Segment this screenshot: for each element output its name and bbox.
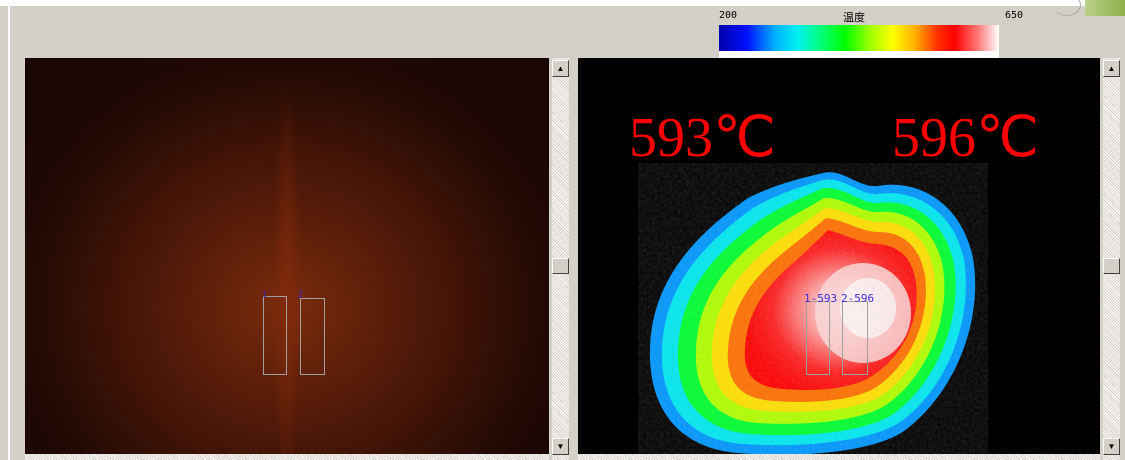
roi-box-2-thermal[interactable] [842,301,868,375]
roi-box-1[interactable] [263,296,287,375]
temperature-color-scale: 200 温度 650 [719,8,1023,58]
roi-temp-label-1: 1-593 [804,292,838,305]
scale-gradient-bar [719,25,999,51]
roi-label-1: 1 [262,290,267,299]
triangle-down-icon: ▼ [556,441,565,451]
roi-temp-label-2: 2-596 [841,292,875,305]
roi-box-1-thermal[interactable] [806,301,830,375]
left-raw-image [25,58,549,460]
left-horizontal-scrollbar[interactable] [25,454,549,460]
right-horizontal-scrollbar[interactable] [578,454,1100,460]
scale-title: 温度 [843,12,865,24]
scale-foot [719,51,999,58]
triangle-up-icon: ▲ [1107,63,1116,73]
right-thermal-view[interactable]: 1-593 2-596 593℃ 596℃ [578,58,1100,460]
left-vertical-scrollbar[interactable]: ▲ ▼ [552,58,569,460]
scroll-down-button[interactable]: ▼ [552,438,569,455]
scroll-up-button[interactable]: ▲ [1103,60,1120,77]
left-camera-view[interactable]: 1 2 [25,58,549,460]
triangle-down-icon: ▼ [1107,441,1116,451]
corner-decoration [1085,0,1125,16]
right-vertical-scrollbar[interactable]: ▲ ▼ [1103,58,1120,460]
temp-readout-right: 596℃ [892,107,1039,169]
roi-box-2[interactable] [300,298,325,375]
window-edge [8,6,10,460]
roi-label-2: 2 [298,290,303,299]
scroll-down-button[interactable]: ▼ [1103,438,1120,455]
scroll-up-button[interactable]: ▲ [552,60,569,77]
triangle-up-icon: ▲ [556,63,565,73]
scroll-thumb[interactable] [552,258,569,274]
temp-readout-left: 593℃ [629,107,776,169]
scale-min-label: 200 [719,10,738,21]
corner-arc-decoration [1053,0,1081,16]
scale-max-label: 650 [1005,10,1024,21]
top-border [0,0,1125,6]
scroll-thumb[interactable] [1103,258,1120,274]
